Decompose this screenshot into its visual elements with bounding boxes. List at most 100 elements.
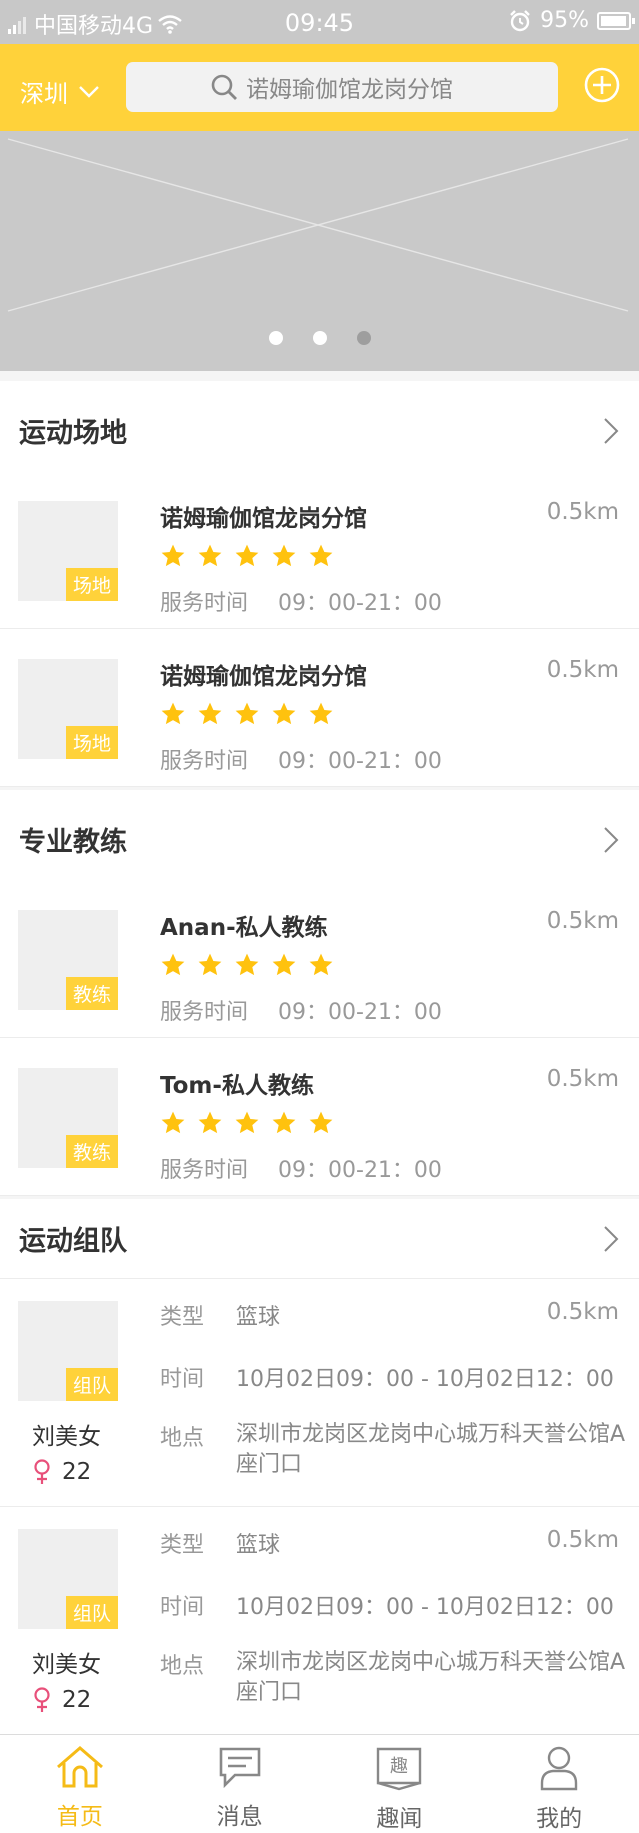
chevron-right-icon	[604, 1226, 619, 1252]
news-icon: 趣	[374, 1745, 424, 1795]
section-header-venues[interactable]: 运动场地	[0, 381, 639, 481]
city-selector[interactable]: 深圳	[20, 74, 100, 109]
star-icon	[309, 702, 333, 725]
venue-card[interactable]: 场地 诺姆瑜伽馆龙岗分馆 0.5km 服务时间 09：00-21：00	[0, 471, 639, 629]
category-tag: 场地	[65, 726, 118, 759]
distance-label: 0.5km	[546, 1299, 619, 1325]
status-right: 95%	[508, 8, 635, 33]
place-label: 地点	[160, 1654, 205, 1679]
service-label: 服务时间	[160, 1000, 249, 1025]
top-header: 深圳 诺姆瑜伽馆龙岗分馆	[0, 44, 639, 131]
status-bar: 中国移动4G 09:45 95%	[0, 0, 639, 44]
star-icon	[309, 1111, 333, 1134]
team-card[interactable]: 组队 刘美女 22 0.5km 类型 篮球 时间 10月02日09：00 - 1…	[0, 1507, 639, 1735]
category-tag: 教练	[65, 1135, 118, 1168]
battery-fill	[601, 15, 626, 26]
tab-message[interactable]: 消息	[160, 1735, 320, 1833]
type-label: 类型	[160, 1305, 205, 1330]
service-time: 09：00-21：00	[278, 591, 442, 616]
organizer-name: 刘美女	[32, 1652, 101, 1678]
thumbnail-image: 组队	[18, 1301, 118, 1401]
profile-icon	[539, 1745, 579, 1795]
category-tag: 场地	[65, 568, 118, 601]
battery-percent: 95%	[540, 8, 589, 33]
tab-profile[interactable]: 我的	[479, 1735, 639, 1833]
message-icon	[217, 1745, 263, 1793]
type-value: 篮球	[236, 1305, 281, 1330]
coach-card[interactable]: 教练 Tom-私人教练 0.5km 服务时间 09：00-21：00	[0, 1038, 639, 1196]
tab-label: 消息	[216, 1804, 263, 1830]
carousel-dot[interactable]	[312, 331, 327, 345]
home-icon	[54, 1745, 106, 1793]
organizer-age: 22	[32, 1687, 91, 1713]
carousel-dot[interactable]	[356, 331, 371, 345]
section-title: 运动组队	[19, 1226, 127, 1257]
distance-label: 0.5km	[546, 499, 619, 525]
place-value: 深圳市龙岗区龙岗中心城万科天誉公馆A座门口	[236, 1422, 626, 1477]
star-rating	[160, 543, 334, 569]
star-icon	[235, 702, 259, 725]
carousel-dot[interactable]	[268, 331, 283, 345]
chevron-right-icon	[604, 418, 619, 444]
section-header-teams[interactable]: 运动组队	[0, 1199, 639, 1279]
team-card[interactable]: 组队 刘美女 22 0.5km 类型 篮球 时间 10月02日09：00 - 1…	[0, 1279, 639, 1507]
star-icon	[272, 953, 296, 976]
section-header-coaches[interactable]: 专业教练	[0, 790, 639, 890]
service-time: 09：00-21：00	[278, 1158, 442, 1183]
distance-label: 0.5km	[546, 1527, 619, 1553]
distance-label: 0.5km	[546, 1066, 619, 1092]
bottom-tab-bar: 首页 消息 趣 趣闻 我的	[0, 1734, 639, 1833]
time-label: 时间	[160, 1367, 205, 1392]
thumbnail-image: 教练	[18, 1068, 118, 1168]
place-row: 地点 深圳市龙岗区龙岗中心城万科天誉公馆A座门口	[160, 1648, 636, 1708]
organizer-name: 刘美女	[32, 1424, 101, 1450]
star-icon	[272, 702, 296, 725]
type-value: 篮球	[236, 1533, 281, 1558]
coach-card[interactable]: 教练 Anan-私人教练 0.5km 服务时间 09：00-21：00	[0, 880, 639, 1038]
search-icon	[211, 74, 237, 100]
star-icon	[161, 544, 185, 567]
search-input[interactable]: 诺姆瑜伽馆龙岗分馆	[126, 62, 558, 112]
service-hours: 服务时间 09：00-21：00	[160, 1152, 442, 1184]
svg-text:趣: 趣	[390, 1756, 408, 1777]
tab-label: 首页	[56, 1804, 103, 1830]
card-title: Anan-私人教练	[160, 915, 328, 941]
distance-label: 0.5km	[546, 908, 619, 934]
tab-news[interactable]: 趣 趣闻	[320, 1735, 480, 1833]
section-title: 运动场地	[19, 418, 127, 449]
time-label: 时间	[160, 1595, 205, 1620]
star-icon	[198, 1111, 222, 1134]
star-icon	[161, 1111, 185, 1134]
thumbnail-image: 场地	[18, 501, 118, 601]
add-circle-icon[interactable]	[583, 66, 621, 104]
star-icon	[235, 953, 259, 976]
service-label: 服务时间	[160, 749, 249, 774]
service-hours: 服务时间 09：00-21：00	[160, 994, 442, 1026]
tab-home[interactable]: 首页	[0, 1735, 160, 1833]
city-label: 深圳	[20, 80, 68, 108]
tab-label: 我的	[536, 1806, 583, 1832]
venue-card[interactable]: 场地 诺姆瑜伽馆龙岗分馆 0.5km 服务时间 09：00-21：00	[0, 629, 639, 787]
place-value: 深圳市龙岗区龙岗中心城万科天誉公馆A座门口	[236, 1650, 626, 1705]
place-row: 地点 深圳市龙岗区龙岗中心城万科天誉公馆A座门口	[160, 1420, 636, 1480]
banner-carousel[interactable]	[0, 131, 639, 371]
service-label: 服务时间	[160, 591, 249, 616]
section-title: 专业教练	[19, 827, 127, 858]
female-icon	[34, 1459, 50, 1484]
star-icon	[272, 544, 296, 567]
star-icon	[161, 702, 185, 725]
star-icon	[272, 1111, 296, 1134]
service-label: 服务时间	[160, 1158, 249, 1183]
age-value: 22	[62, 1459, 92, 1485]
card-title: Tom-私人教练	[160, 1073, 314, 1099]
service-hours: 服务时间 09：00-21：00	[160, 585, 442, 617]
time-value: 10月02日09：00 - 10月02日12：00	[236, 1367, 614, 1392]
type-row: 类型 篮球	[160, 1527, 280, 1559]
star-icon	[235, 544, 259, 567]
type-label: 类型	[160, 1533, 205, 1558]
star-icon	[198, 544, 222, 567]
star-icon	[198, 702, 222, 725]
thumbnail-image: 组队	[18, 1529, 118, 1629]
star-icon	[198, 953, 222, 976]
chevron-right-icon	[604, 827, 619, 853]
